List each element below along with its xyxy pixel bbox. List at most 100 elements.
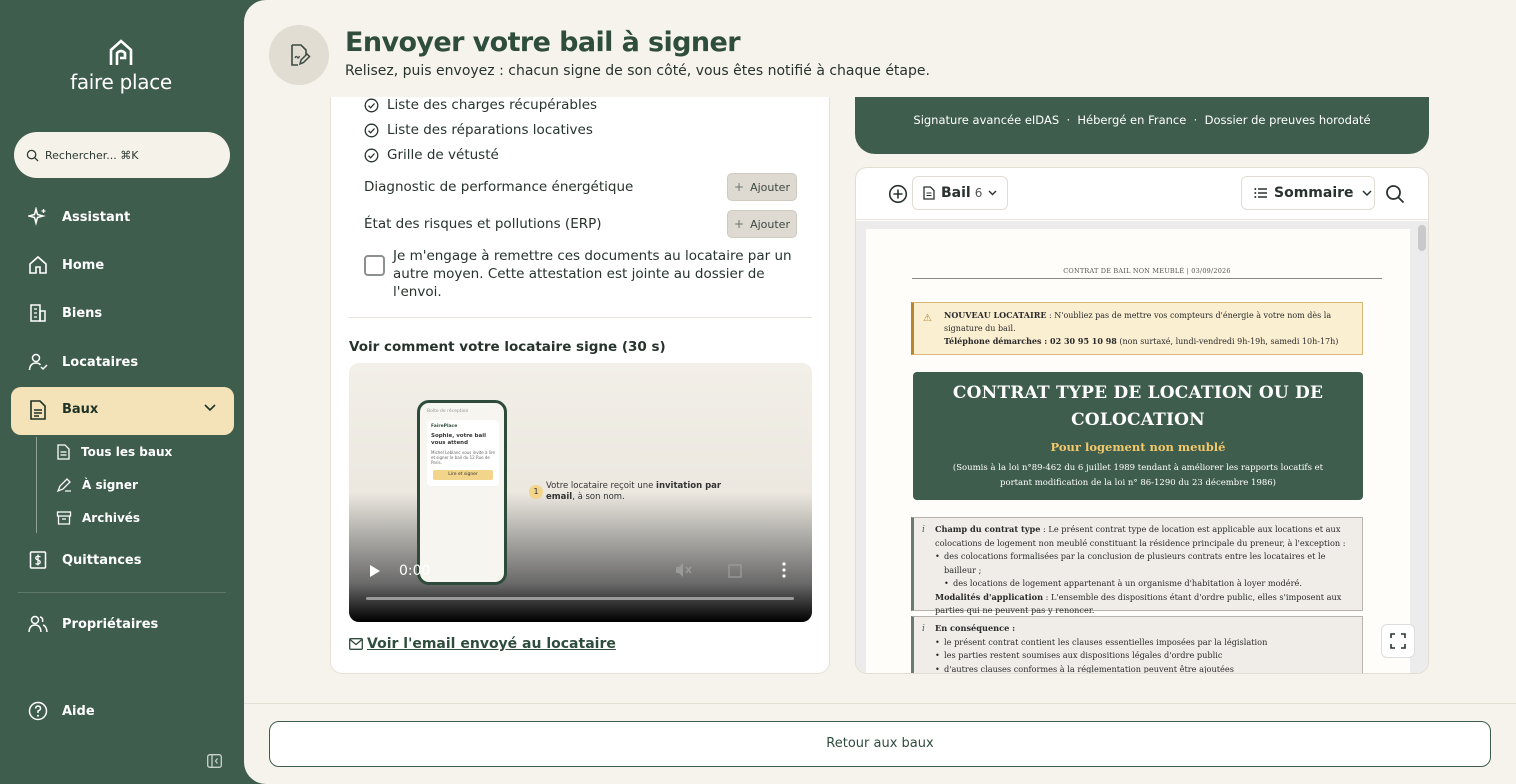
document-preview-area[interactable]: CONTRAT DE BAIL NON MEUBLÉ | 03/09/2026 …: [856, 221, 1428, 673]
summary-label: Sommaire: [1274, 185, 1354, 201]
brand-logo[interactable]: faire place: [62, 38, 180, 98]
footer-divider: [244, 703, 1516, 704]
sidebar-subitem-a-signer[interactable]: À signer: [56, 477, 138, 493]
brand-name: faire place: [70, 70, 172, 94]
scope-title: Champ du contrat type: [935, 524, 1041, 534]
contract-title: CONTRAT TYPE DE LOCATION OU DE COLOCATIO…: [952, 383, 1324, 430]
phone-illustration: Boîte de réception FairePlace Sophie, vo…: [417, 400, 507, 585]
optional-document-label: Diagnostic de performance énergétique: [364, 179, 634, 195]
optional-document-erp: État des risques et pollutions (ERP) + Aj…: [364, 210, 797, 238]
check-circle-icon: [364, 98, 379, 112]
attestation-label: Je m'engage à remettre ces documents au …: [393, 248, 792, 300]
main-panel: Envoyer votre bail à signer Relisez, pui…: [244, 0, 1516, 784]
contract-title-box: CONTRAT TYPE DE LOCATION OU DE COLOCATIO…: [913, 372, 1363, 500]
sidebar-label: Home: [62, 257, 105, 273]
video-time: 0:00: [399, 563, 431, 579]
page-subtitle: Relisez, puis envoyez : chacun signe de …: [345, 63, 930, 79]
search-input[interactable]: Rechercher... ⌘K: [14, 132, 230, 178]
sidebar-item-locataires[interactable]: Locataires: [28, 350, 138, 374]
sidebar-divider: [18, 592, 226, 593]
summary-dropdown[interactable]: Sommaire: [1241, 176, 1375, 210]
list-icon: [1254, 188, 1267, 198]
receipt-icon: [29, 551, 47, 569]
warning-icon: ⚠: [923, 313, 932, 324]
sidebar-item-aide[interactable]: Aide: [28, 699, 95, 723]
contract-page: CONTRAT DE BAIL NON MEUBLÉ | 03/09/2026 …: [866, 229, 1410, 673]
collapse-sidebar-icon[interactable]: [207, 754, 222, 768]
sidebar-item-biens[interactable]: Biens: [28, 301, 102, 325]
sidebar-item-quittances[interactable]: Quittances: [28, 548, 141, 572]
subnav-line: [36, 437, 37, 533]
add-dpe-button[interactable]: + Ajouter: [727, 173, 797, 201]
search-icon[interactable]: [1385, 184, 1405, 204]
sidebar-sublabel: À signer: [82, 478, 138, 492]
video-progress-bar[interactable]: [366, 597, 794, 600]
more-options-icon[interactable]: [782, 562, 786, 578]
attestation-row: Je m'engage à remettre ces documents au …: [364, 247, 804, 301]
video-player[interactable]: Boîte de réception FairePlace Sophie, vo…: [349, 363, 812, 622]
sidebar-label: Quittances: [62, 552, 142, 568]
sidebar-label: Aide: [62, 703, 95, 719]
sidebar-item-home[interactable]: Home: [28, 253, 104, 277]
add-erp-button[interactable]: + Ajouter: [727, 210, 797, 238]
edit-document-icon: [291, 44, 311, 66]
check-circle-icon: [364, 148, 379, 162]
consequence-info-box: i En conséquence : le présent contrat co…: [911, 616, 1363, 673]
add-circle-icon[interactable]: [888, 184, 908, 204]
step-text-a: Votre locataire reçoit une: [546, 481, 657, 491]
scope-bullet: des colocations formalisées par la concl…: [935, 550, 1354, 577]
scrollbar-thumb[interactable]: [1418, 225, 1426, 251]
included-document: Liste des réparations locatives: [364, 122, 593, 138]
plus-icon: +: [734, 217, 745, 231]
included-document-label: Liste des charges récupérables: [387, 97, 598, 113]
document-icon: [923, 186, 935, 200]
search-icon: [26, 149, 39, 162]
attestation-checkbox[interactable]: [364, 255, 385, 276]
chevron-down-icon: [204, 404, 216, 412]
alert-phone-note: (non surtaxé, lundi-vendredi 9h-19h, sam…: [1116, 337, 1339, 346]
play-icon[interactable]: [369, 564, 381, 578]
phone-email-card: FairePlace Sophie, votre bail vous atten…: [427, 420, 499, 486]
document-viewer: Bail 6 Sommaire CONTRAT DE BAIL NON MEUB…: [855, 167, 1429, 674]
chevron-down-icon: [1362, 190, 1372, 196]
step-badge: 1: [529, 485, 543, 499]
info-icon: i: [922, 624, 925, 634]
consequence-bullet: le présent contrat contient les clauses …: [935, 636, 1354, 650]
sparkle-icon: [28, 207, 46, 226]
header-icon: [269, 25, 329, 85]
viewer-toolbar: Bail 6 Sommaire: [856, 168, 1428, 220]
info-icon: i: [922, 525, 925, 535]
sidebar-item-baux[interactable]: Baux: [11, 387, 234, 435]
phone-sender: FairePlace: [431, 424, 458, 429]
phone-sign-button: Lire et signer: [433, 470, 493, 480]
building-icon: [30, 304, 46, 322]
sidebar-subitem-archives[interactable]: Archivés: [56, 510, 140, 526]
phone-inbox-label: Boîte de réception: [427, 409, 469, 414]
sidebar: faire place Rechercher... ⌘K Assistant H…: [0, 0, 244, 784]
fullscreen-button[interactable]: [1381, 624, 1415, 658]
fullscreen-icon[interactable]: [728, 564, 742, 578]
add-button-label: Ajouter: [750, 217, 790, 231]
mute-icon[interactable]: [675, 562, 693, 578]
page-title: Envoyer votre bail à signer: [345, 27, 741, 58]
document-icon: [30, 400, 46, 420]
document-selector[interactable]: Bail 6: [912, 176, 1008, 210]
view-email-link[interactable]: Voir l'email envoyé au locataire: [349, 636, 616, 652]
chevron-down-icon: [988, 190, 997, 196]
sidebar-subitem-tous-les-baux[interactable]: Tous les baux: [56, 444, 172, 460]
plus-icon: +: [734, 180, 745, 194]
home-icon: [29, 255, 47, 274]
sidebar-label: Locataires: [62, 354, 139, 370]
sidebar-label: Propriétaires: [62, 616, 159, 632]
included-document-label: Grille de vétusté: [387, 147, 499, 163]
included-document-label: Liste des réparations locatives: [387, 122, 593, 138]
sidebar-item-assistant[interactable]: Assistant: [28, 205, 130, 229]
trust-banner-text: Signature avancée eIDAS · Hébergé en Fra…: [913, 113, 1371, 127]
check-circle-icon: [364, 123, 379, 137]
step-text-c: , à son nom.: [572, 492, 625, 502]
sidebar-item-proprietaires[interactable]: Propriétaires: [28, 612, 158, 636]
optional-document-label: État des risques et pollutions (ERP): [364, 216, 602, 232]
modal-title: Modalités d'application: [935, 591, 1044, 602]
new-tenant-alert: ⚠ NOUVEAU LOCATAIRE : N'oubliez pas de m…: [911, 302, 1363, 355]
back-to-leases-button[interactable]: Retour aux baux: [269, 721, 1491, 767]
